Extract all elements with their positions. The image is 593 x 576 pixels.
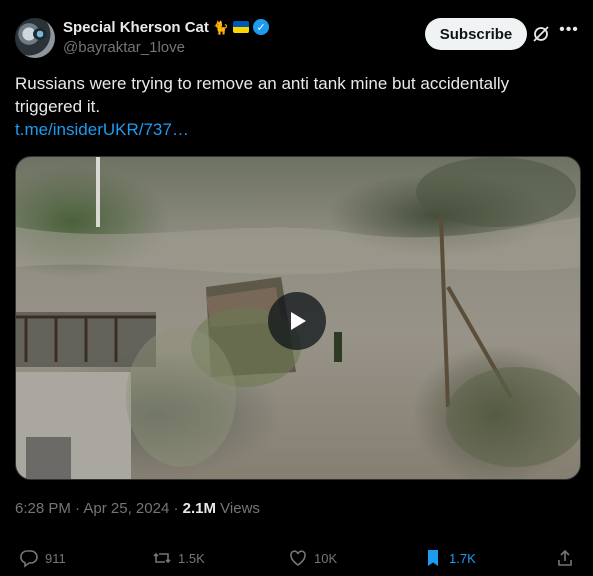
author-handle[interactable]: @bayraktar_1love	[63, 39, 269, 56]
like-count: 10K	[314, 550, 338, 566]
author-display-name[interactable]: Special Kherson Cat	[63, 19, 209, 36]
meta-separator: ·	[70, 500, 84, 517]
reply-button[interactable]: 911	[19, 546, 66, 570]
play-icon	[291, 312, 306, 330]
post-text: Russians were trying to remove an anti t…	[15, 74, 510, 116]
view-count: 2.1M	[182, 500, 216, 517]
post-link[interactable]: t.me/insiderUKR/737…	[15, 118, 575, 141]
heart-icon	[290, 550, 306, 566]
action-bar: 911 1.5K 10K 1.7K	[15, 546, 578, 570]
post-time[interactable]: 6:28 PM	[15, 500, 71, 517]
share-button[interactable]	[555, 546, 575, 570]
like-button[interactable]: 10K	[288, 546, 337, 570]
author-name-row[interactable]: Special Kherson Cat 🐈 ✓	[63, 17, 270, 37]
reply-count: 911	[45, 550, 66, 566]
cat-emoji-icon: 🐈	[212, 19, 230, 35]
avatar[interactable]	[15, 18, 55, 58]
reply-icon	[20, 550, 38, 568]
subscribe-button[interactable]: Subscribe	[425, 18, 527, 50]
grok-icon[interactable]	[531, 24, 551, 44]
post-header: Special Kherson Cat 🐈 ✓ @bayraktar_1love…	[15, 16, 581, 60]
author-names: Special Kherson Cat 🐈 ✓ @bayraktar_1love	[63, 17, 270, 56]
more-options-icon[interactable]: •••	[557, 20, 581, 44]
verified-badge-icon[interactable]: ✓	[253, 19, 270, 35]
post-text-block: Russians were trying to remove an anti t…	[15, 72, 575, 141]
repost-button[interactable]: 1.5K	[152, 546, 205, 570]
bookmark-count: 1.7K	[449, 550, 476, 566]
meta-separator: ·	[169, 500, 183, 517]
repost-icon	[153, 552, 171, 564]
share-icon	[558, 549, 572, 566]
views-label: Views	[216, 500, 260, 517]
bookmark-icon	[428, 550, 438, 566]
play-button[interactable]	[268, 292, 326, 350]
ukraine-flag-icon	[233, 21, 250, 33]
bookmark-button[interactable]: 1.7K	[423, 546, 476, 570]
repost-count: 1.5K	[178, 550, 205, 566]
post-meta: 6:28 PM · Apr 25, 2024 · 2.1M Views	[15, 500, 260, 517]
post-date[interactable]: Apr 25, 2024	[83, 500, 169, 517]
video-player[interactable]	[15, 156, 581, 480]
